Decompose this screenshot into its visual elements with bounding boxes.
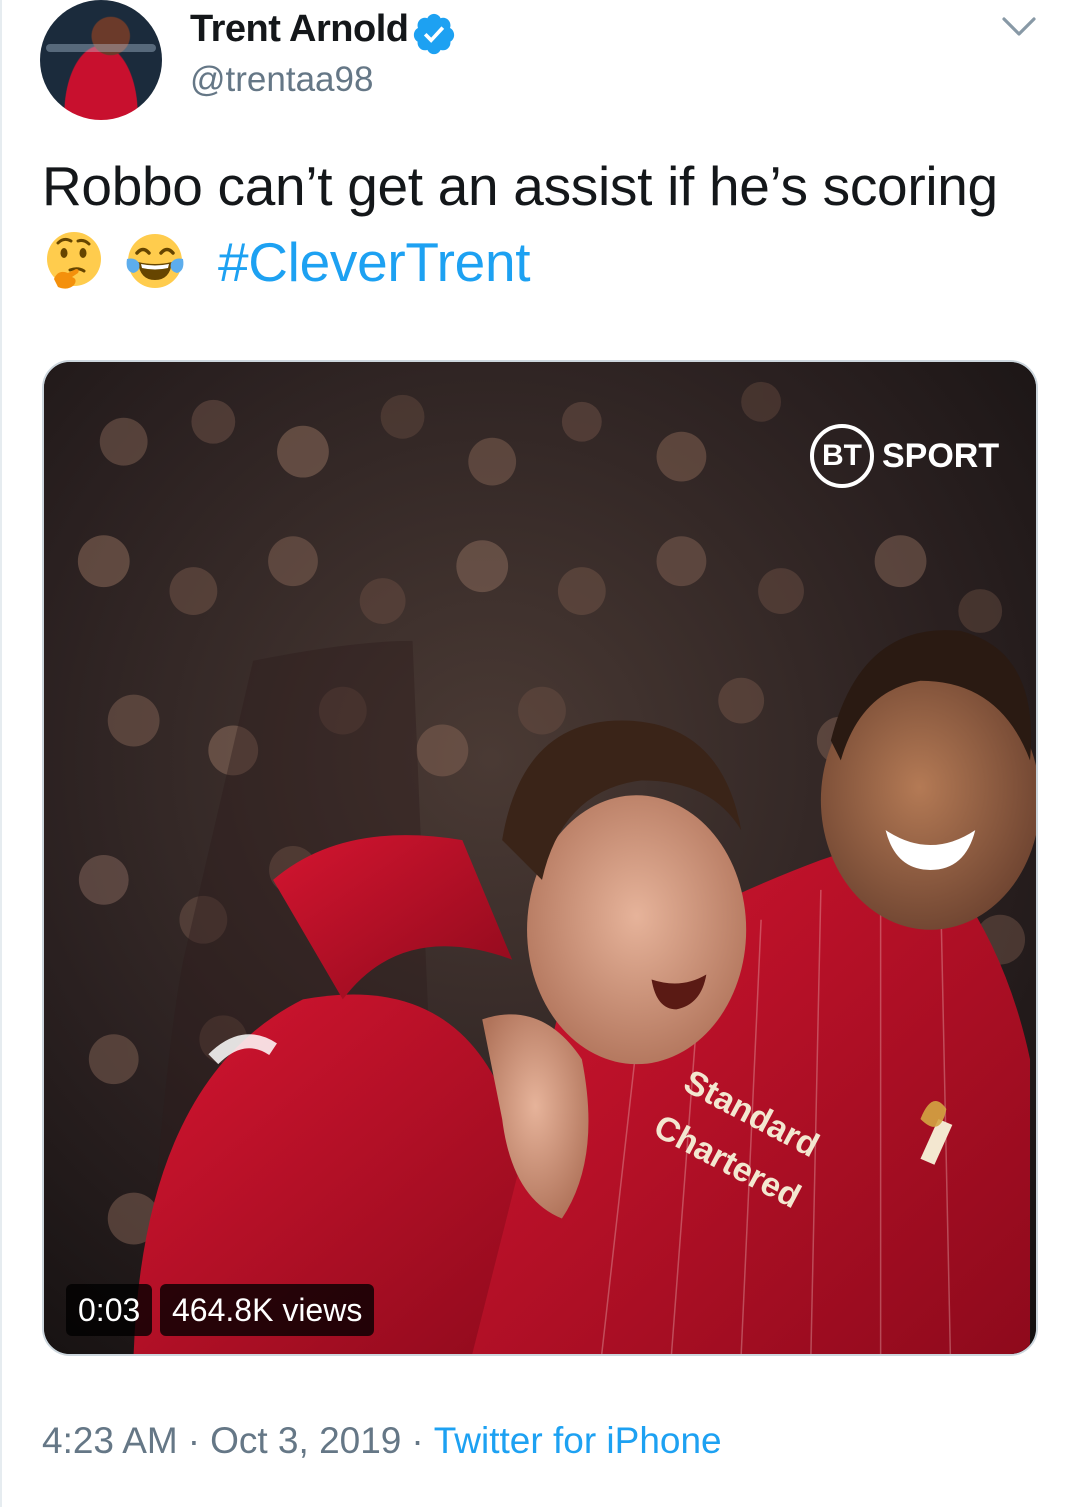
tweet-body: Robbo can’t get an assist if he’s scorin…: [42, 155, 998, 217]
left-border: [0, 0, 2, 1507]
face-with-tears-of-joy-icon: [126, 234, 184, 288]
video-frame: Standard Chartered: [44, 362, 1036, 1354]
verified-badge-icon: [413, 13, 455, 55]
tweet-text: Robbo can’t get an assist if he’s scorin…: [42, 148, 1042, 300]
video-player[interactable]: Standard Chartered BT SPORT 0:03 464.8K …: [42, 360, 1038, 1356]
thinking-face-icon: [47, 232, 101, 289]
bt-logo-circle: BT: [810, 424, 874, 488]
hashtag-link[interactable]: #CleverTrent: [218, 231, 531, 293]
avatar[interactable]: [40, 0, 162, 120]
meta-separator: ·: [411, 1420, 424, 1461]
chevron-down-icon[interactable]: [1000, 14, 1038, 40]
broadcaster-logo: BT SPORT: [810, 424, 999, 488]
author-display-name[interactable]: Trent Arnold: [190, 8, 409, 51]
tweet-meta: 4:23 AM · Oct 3, 2019 · Twitter for iPhone: [42, 1420, 722, 1462]
bt-logo-text: SPORT: [882, 436, 1000, 475]
author-handle[interactable]: @trentaa98: [190, 60, 373, 100]
video-view-count: 464.8K views: [160, 1284, 375, 1336]
video-elapsed-time: 0:03: [66, 1284, 153, 1336]
meta-separator: ·: [187, 1420, 201, 1461]
tweet-date[interactable]: Oct 3, 2019: [210, 1420, 401, 1461]
tweet-source-link[interactable]: Twitter for iPhone: [434, 1420, 722, 1461]
tweet-time[interactable]: 4:23 AM: [42, 1420, 178, 1461]
